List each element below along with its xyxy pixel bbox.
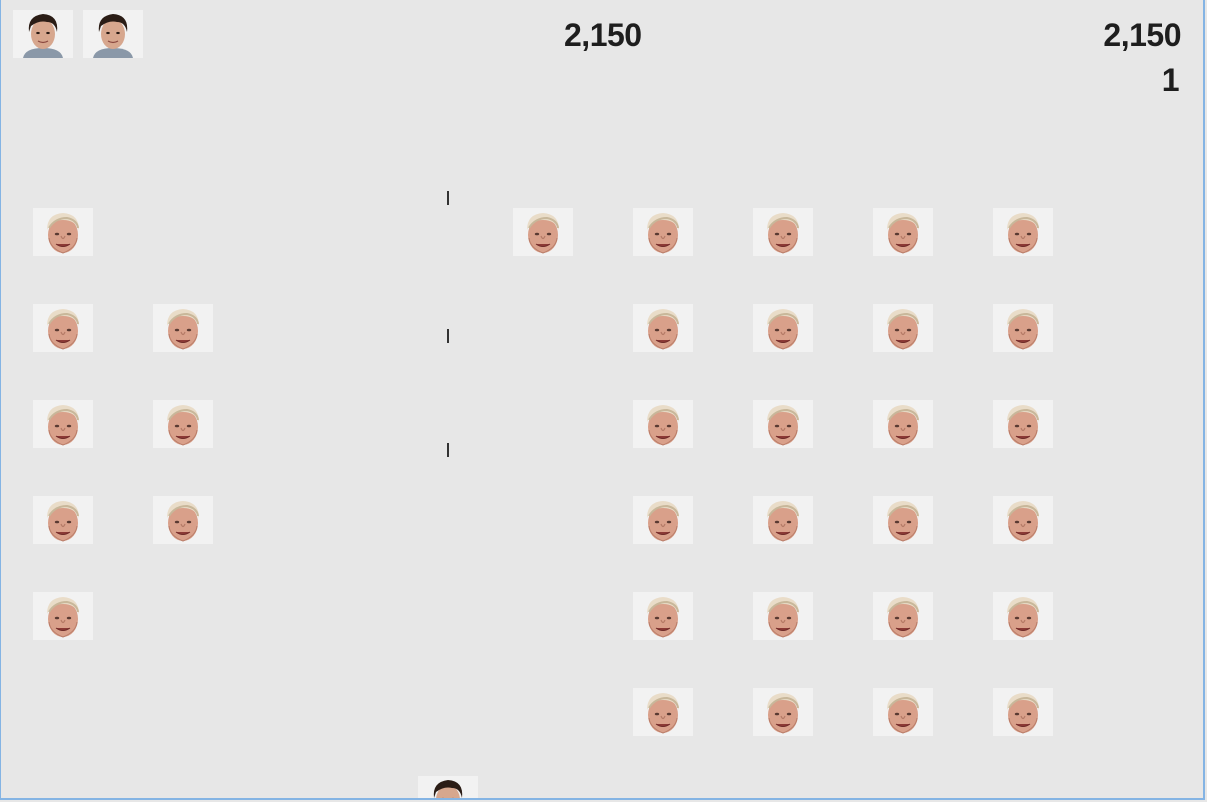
bullet [447,329,449,343]
enemy-face-icon [633,400,693,448]
enemy-face-icon [513,208,573,256]
enemy-face-icon [753,496,813,544]
enemy-face-icon [753,208,813,256]
enemy-face-icon [33,208,93,256]
life-icon [83,10,143,58]
enemy-face-icon [633,688,693,736]
bullet [447,443,449,457]
enemy-face-icon [873,208,933,256]
enemy-face-icon [633,208,693,256]
lives-indicator [13,10,143,58]
enemy-face-icon [633,304,693,352]
enemy-face-icon [873,400,933,448]
enemy-face-icon [993,304,1053,352]
game-canvas[interactable]: 2,150 2,150 1 [0,0,1205,800]
enemy-face-icon [873,496,933,544]
player-ship[interactable] [418,776,478,798]
enemy-face-icon [993,688,1053,736]
enemy-face-icon [993,400,1053,448]
score: 2,150 [564,17,642,53]
enemy-face-icon [993,208,1053,256]
enemy-face-icon [753,688,813,736]
life-icon [13,10,73,58]
enemy-face-icon [753,592,813,640]
enemy-face-icon [753,400,813,448]
enemy-face-icon [873,592,933,640]
bullet [447,191,449,205]
enemy-face-icon [993,592,1053,640]
enemy-face-icon [633,496,693,544]
enemy-face-icon [873,688,933,736]
enemy-face-icon [33,304,93,352]
high-score: 2,150 [1103,17,1181,53]
enemy-face-icon [153,496,213,544]
enemy-face-icon [753,304,813,352]
enemy-face-icon [153,304,213,352]
enemy-face-icon [993,496,1053,544]
enemy-face-icon [153,400,213,448]
enemy-face-icon [33,400,93,448]
enemy-face-icon [633,592,693,640]
enemy-face-icon [33,496,93,544]
level-number: 1 [1161,62,1180,98]
enemy-face-icon [873,304,933,352]
enemy-face-icon [33,592,93,640]
